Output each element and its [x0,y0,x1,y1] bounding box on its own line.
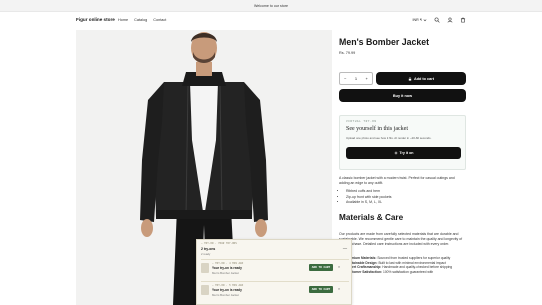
nav-home[interactable]: Home [118,18,128,22]
result-add-to-cart-button[interactable]: ADD TO CART [309,264,333,271]
add-to-cart-label: Add to cart [413,76,435,81]
feature-item: Available in S, M, L, XL [346,200,392,206]
quantity-stepper[interactable]: − 1 + [339,72,373,85]
materials-item-text: 100% satisfaction guaranteed with [383,269,434,274]
announcement-bar: Welcome to our store [0,0,542,12]
tryon-heading: See yourself in this jacket [346,126,408,132]
header-actions: INR ₹ [413,16,466,23]
tryon-result-item[interactable]: — TRY-ON · 5 MIN AGO Your try-on is read… [201,281,349,297]
currency-label: INR ₹ [412,17,422,22]
result-status: Your try-on is ready [212,288,242,292]
materials-item-text: Handmade and quality-checked before ship… [382,265,453,270]
product-title: Men's Bomber Jacket [339,37,430,47]
add-to-cart-button[interactable]: Add to cart [376,72,466,85]
store-logo[interactable]: Figur online store [76,17,115,22]
site-header: Figur online store Home Catalog Contact … [0,12,542,29]
panel-eyebrow: — TRY-ON · YOUR TRY-ONS [201,242,237,245]
chevron-down-icon [423,18,427,21]
materials-item: Customer Satisfaction: 100% satisfaction… [346,270,466,275]
main-nav: Home Catalog Contact [118,18,166,22]
panel-title: 2 try-ons [201,247,216,251]
minus-icon[interactable]: − [344,76,346,81]
currency-selector[interactable]: INR ₹ [413,18,427,22]
result-meta: — TRY-ON · 5 MIN AGO [212,284,244,287]
nav-catalog[interactable]: Catalog [134,18,147,22]
cart-icon[interactable] [459,16,466,23]
virtual-tryon-card: VIRTUAL TRY-ON See yourself in this jack… [339,115,466,170]
tryon-thumbnail[interactable] [201,285,209,295]
result-product: Men's Bomber Jacket [212,293,239,297]
tryon-eyebrow: VIRTUAL TRY-ON [346,120,377,123]
plus-icon[interactable]: + [365,76,367,81]
purchase-row: − 1 + Add to cart [339,72,466,85]
search-icon[interactable] [433,16,440,23]
announcement-text: Welcome to our store [253,3,289,8]
materials-care-text: Our products are made from carefully sel… [339,232,463,246]
dismiss-icon[interactable]: × [338,287,340,291]
result-add-to-cart-button[interactable]: ADD TO CART [309,286,333,293]
tryon-subtext: Upload one photo and see how it fits. AI… [346,136,432,140]
try-it-on-label: Try it on [399,151,414,155]
minimize-icon[interactable]: — [343,246,347,251]
result-meta: — TRY-ON · 4 MIN AGO [212,262,244,265]
materials-list: Premium Materials: Sourced from trusted … [343,256,466,274]
dismiss-icon[interactable]: × [338,265,340,269]
materials-item-text: Built to last with minimal environmental… [378,260,446,265]
tryon-result-item[interactable]: — TRY-ON · 4 MIN AGO Your try-on is read… [201,259,349,275]
lock-icon [408,76,412,81]
product-description: A classic bomber jacket with a modern tw… [339,176,455,185]
try-it-on-button[interactable]: Try it on [346,147,461,159]
quantity-value: 1 [354,76,358,81]
panel-count: 2 ready [201,252,211,256]
tryon-thumbnail[interactable] [201,263,209,273]
sparkle-icon [393,151,398,155]
materials-care-title: Materials & Care [339,213,404,222]
materials-item-text: Sourced from trusted suppliers for super… [377,256,451,260]
buy-now-button[interactable]: Buy it now [339,89,466,102]
tryon-results-panel: — TRY-ON · YOUR TRY-ONS 2 try-ons 2 read… [196,239,352,305]
product-price: Rs. 79.99 [339,51,356,55]
result-status: Your try-on is ready [212,266,242,270]
account-icon[interactable] [446,16,453,23]
feature-list: Ribbed cuffs and hem Zip-up front with s… [343,189,392,206]
result-product: Men's Bomber Jacket [212,271,239,275]
nav-contact[interactable]: Contact [153,18,166,22]
